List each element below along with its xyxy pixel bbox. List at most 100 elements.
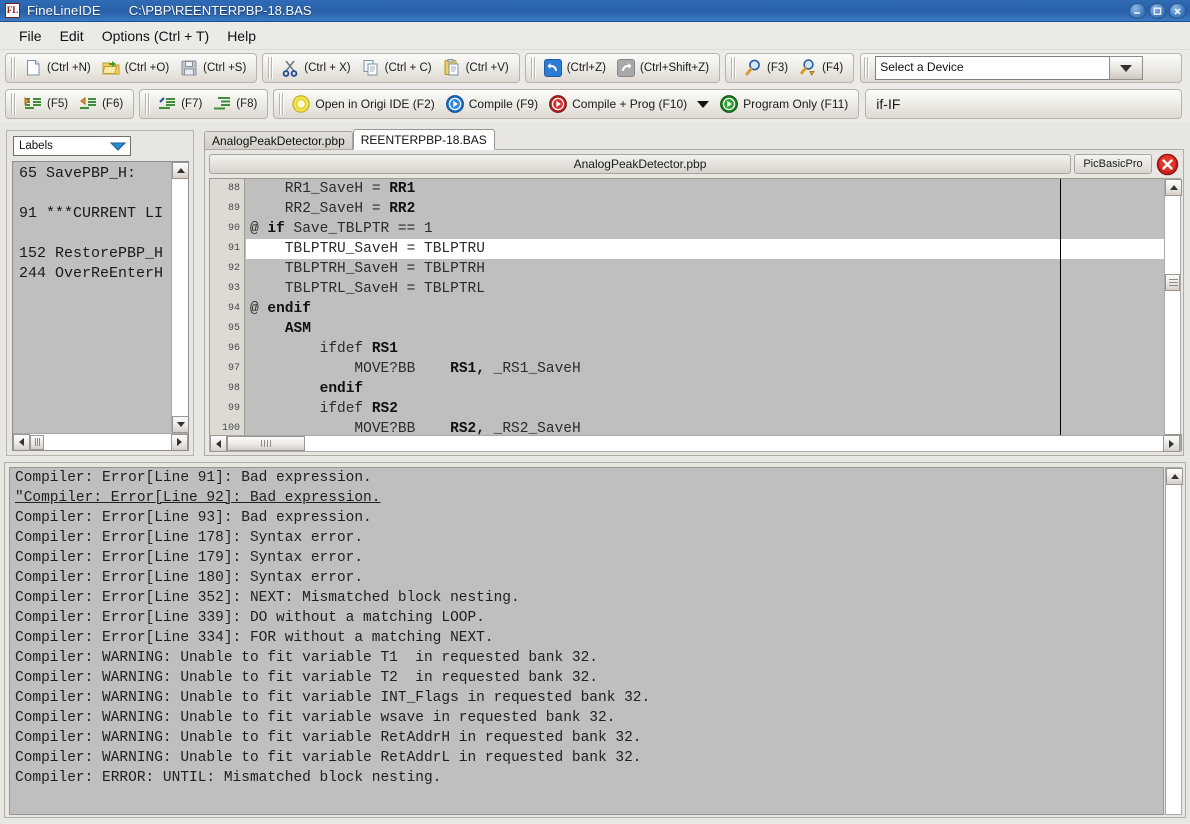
code-area[interactable]: 88 89 90 91 92 93 94 95 96 97 98 99 100 … bbox=[209, 178, 1181, 452]
list-item[interactable]: 91 ***CURRENT LI bbox=[13, 204, 169, 224]
close-icon[interactable] bbox=[1169, 3, 1186, 19]
compile-options-dropdown[interactable] bbox=[692, 91, 714, 117]
list-item[interactable] bbox=[13, 184, 169, 204]
toolbar-grip-icon[interactable] bbox=[145, 93, 151, 115]
output-line[interactable]: Compiler: WARNING: Unable to fit variabl… bbox=[10, 708, 1163, 728]
find-button[interactable]: (F3) bbox=[738, 55, 793, 81]
scroll-up-icon[interactable] bbox=[1165, 179, 1182, 196]
editor-horizontal-scrollbar[interactable] bbox=[209, 435, 1181, 452]
scroll-thumb-horizontal[interactable] bbox=[227, 436, 305, 451]
copy-button[interactable]: (Ctrl + C) bbox=[356, 55, 437, 81]
menu-item-options[interactable]: Options (Ctrl + T) bbox=[93, 25, 219, 47]
line-number: 95 bbox=[210, 319, 244, 339]
toolbar-grip-icon[interactable] bbox=[731, 57, 737, 79]
list-item[interactable]: 65 SavePBP_H: bbox=[13, 164, 169, 184]
editor-vertical-scrollbar[interactable] bbox=[1164, 178, 1181, 452]
app-title: FineLineIDE bbox=[27, 3, 101, 18]
list-item[interactable] bbox=[13, 224, 169, 244]
minimize-icon[interactable] bbox=[1129, 3, 1146, 19]
compiler-output-list[interactable]: Compiler: Error[Line 91]: Bad expression… bbox=[9, 467, 1164, 815]
menu-item-edit[interactable]: Edit bbox=[51, 25, 93, 47]
output-line[interactable]: Compiler: WARNING: Unable to fit variabl… bbox=[10, 648, 1163, 668]
compile-and-program-button[interactable]: Compile + Prog (F10) bbox=[543, 91, 692, 117]
output-line[interactable]: Compiler: Error[Line 334]: FOR without a… bbox=[10, 628, 1163, 648]
find-text-field[interactable]: if-IF bbox=[865, 89, 1182, 119]
language-button[interactable]: PicBasicPro bbox=[1074, 154, 1152, 174]
redo-button[interactable]: (Ctrl+Shift+Z) bbox=[611, 55, 714, 81]
code-line: ASM bbox=[246, 319, 1180, 339]
scroll-down-icon[interactable] bbox=[172, 416, 189, 433]
toolbar-group-file: (Ctrl +N) (Ctrl +O) bbox=[5, 53, 257, 83]
open-file-button[interactable]: (Ctrl +O) bbox=[96, 55, 174, 81]
scroll-up-icon[interactable] bbox=[172, 162, 189, 179]
output-line[interactable]: Compiler: WARNING: Unable to fit variabl… bbox=[10, 668, 1163, 688]
program-only-button[interactable]: Program Only (F11) bbox=[714, 91, 853, 117]
tab-analogpeakdetector[interactable]: AnalogPeakDetector.pbp bbox=[204, 131, 353, 150]
output-line[interactable]: Compiler: Error[Line 179]: Syntax error. bbox=[10, 548, 1163, 568]
menu-item-help[interactable]: Help bbox=[218, 25, 265, 47]
find-text-value[interactable]: if-IF bbox=[876, 96, 900, 112]
scroll-left-icon[interactable] bbox=[13, 434, 30, 451]
outdent-button[interactable]: (F6) bbox=[73, 91, 128, 117]
output-line[interactable]: Compiler: Error[Line 93]: Bad expression… bbox=[10, 508, 1163, 528]
find-label: (F3) bbox=[767, 62, 788, 74]
device-select-value[interactable]: Select a Device bbox=[875, 56, 1109, 80]
toolbar-grip-icon[interactable] bbox=[268, 57, 274, 79]
new-file-button[interactable]: (Ctrl +N) bbox=[18, 55, 96, 81]
scroll-up-icon[interactable] bbox=[1166, 468, 1183, 485]
scroll-left-icon[interactable] bbox=[210, 435, 227, 452]
toolbar-grip-icon[interactable] bbox=[864, 57, 870, 79]
output-line[interactable]: Compiler: Error[Line 352]: NEXT: Mismatc… bbox=[10, 588, 1163, 608]
toolbar-grip-icon[interactable] bbox=[11, 57, 17, 79]
open-in-original-ide-button[interactable]: Open in Origi IDE (F2) bbox=[286, 91, 439, 117]
toolbar-grip-icon[interactable] bbox=[11, 93, 17, 115]
scroll-thumb-vertical[interactable] bbox=[1165, 274, 1180, 291]
paste-clipboard-icon bbox=[442, 58, 462, 78]
output-line[interactable]: Compiler: WARNING: Unable to fit variabl… bbox=[10, 728, 1163, 748]
list-item[interactable]: 152 RestorePBP_H bbox=[13, 244, 169, 264]
undo-button[interactable]: (Ctrl+Z) bbox=[538, 55, 611, 81]
paste-button[interactable]: (Ctrl +V) bbox=[437, 55, 514, 81]
tab-reenterpbp[interactable]: REENTERPBP-18.BAS bbox=[353, 129, 495, 150]
editor-file-title[interactable]: AnalogPeakDetector.pbp bbox=[209, 154, 1071, 174]
labels-selector[interactable]: Labels bbox=[13, 136, 131, 156]
red-close-circle-icon[interactable] bbox=[1155, 153, 1179, 175]
output-line-selected[interactable]: "Compiler: Error[Line 92]: Bad expressio… bbox=[10, 488, 1163, 508]
output-line[interactable]: Compiler: ERROR: UNTIL: Mismatched block… bbox=[10, 768, 1163, 788]
find-next-button[interactable]: (F4) bbox=[793, 55, 848, 81]
output-line[interactable]: Compiler: Error[Line 91]: Bad expression… bbox=[10, 468, 1163, 488]
save-file-button[interactable]: (Ctrl +S) bbox=[174, 55, 251, 81]
list-item[interactable]: 244 OverReEnterH bbox=[13, 264, 169, 284]
output-line[interactable]: Compiler: WARNING: Unable to fit variabl… bbox=[10, 748, 1163, 768]
toolbar-grip-icon[interactable] bbox=[531, 57, 537, 79]
labels-horizontal-scrollbar[interactable] bbox=[13, 433, 188, 450]
output-vertical-scrollbar[interactable] bbox=[1165, 467, 1182, 815]
window-controls bbox=[1129, 3, 1186, 19]
output-line[interactable]: Compiler: Error[Line 339]: DO without a … bbox=[10, 608, 1163, 628]
toolbar-group-comment: (F7) (F8) bbox=[139, 89, 268, 119]
compile-button[interactable]: Compile (F9) bbox=[440, 91, 543, 117]
toolbar-grip-icon[interactable] bbox=[279, 93, 285, 115]
editor-tabs: AnalogPeakDetector.pbp REENTERPBP-18.BAS bbox=[204, 130, 495, 150]
chevron-down-icon[interactable] bbox=[1109, 56, 1143, 80]
scroll-thumb-horizontal[interactable] bbox=[30, 435, 44, 450]
labels-list[interactable]: 65 SavePBP_H: 91 ***CURRENT LI 152 Resto… bbox=[12, 161, 189, 451]
output-line[interactable]: Compiler: WARNING: Unable to fit variabl… bbox=[10, 688, 1163, 708]
labels-vertical-scrollbar[interactable] bbox=[171, 162, 188, 433]
uncomment-button[interactable]: (F8) bbox=[207, 91, 262, 117]
indent-right-icon bbox=[23, 94, 43, 114]
maximize-icon[interactable] bbox=[1149, 3, 1166, 19]
scroll-right-icon[interactable] bbox=[1163, 435, 1180, 452]
output-line[interactable]: Compiler: Error[Line 180]: Syntax error. bbox=[10, 568, 1163, 588]
output-line[interactable]: Compiler: Error[Line 178]: Syntax error. bbox=[10, 528, 1163, 548]
comment-button[interactable]: (F7) bbox=[152, 91, 207, 117]
code-lines[interactable]: RR1_SaveH = RR1 RR2_SaveH = RR2 @ if Sav… bbox=[246, 179, 1180, 451]
blue-diamond-icon[interactable] bbox=[108, 136, 128, 156]
new-file-icon bbox=[23, 58, 43, 78]
cut-button[interactable]: (Ctrl + X) bbox=[275, 55, 355, 81]
device-select[interactable]: Select a Device bbox=[875, 56, 1143, 80]
scroll-right-icon[interactable] bbox=[171, 434, 188, 451]
toolbar-group-indent: (F5) (F6) bbox=[5, 89, 134, 119]
menu-item-file[interactable]: File bbox=[10, 25, 51, 47]
indent-button[interactable]: (F5) bbox=[18, 91, 73, 117]
